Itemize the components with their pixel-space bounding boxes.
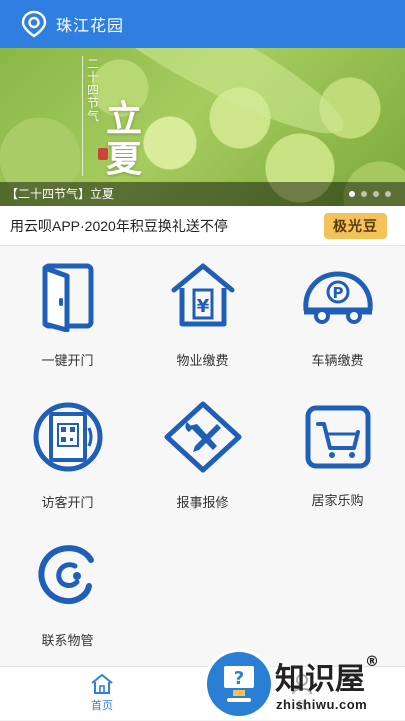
app-header: 珠江花园 [0,0,405,48]
banner-vertical-text: 二十四节气 [86,57,99,123]
aurora-bean-button[interactable]: 极光豆 [324,212,387,239]
service-visitor-open[interactable]: 访客开门 [0,386,135,526]
banner-pagination [349,191,391,197]
car-parking-icon: P [302,271,373,324]
banner-dot[interactable] [361,191,367,197]
tab-home[interactable]: 首页 [62,673,142,713]
tab-home-label: 首页 [91,700,113,712]
watermark-logo-icon: ? [207,652,271,716]
service-contact-management[interactable]: 联系物管 [0,526,135,666]
banner-dot[interactable] [385,191,391,197]
community-title[interactable]: 珠江花园 [56,12,124,36]
service-label: 居家乐购 [311,493,364,508]
service-grid: 一键开门 ¥ 物业缴费 P 车辆缴费 访客开门 报事报修 居家乐购 联系物管 [0,246,405,666]
tools-icon [164,401,241,473]
visitor-qr-door-icon [33,402,102,472]
svg-text:P: P [332,284,343,302]
contact-support-icon [37,545,94,604]
location-pin-icon[interactable] [20,10,48,38]
service-label: 联系物管 [41,633,94,648]
service-label: 车辆缴费 [311,353,364,368]
service-label: 物业缴费 [176,353,229,368]
points-notice-bar[interactable]: 用云呗APP·2020年积豆换礼送不停 极光豆 [0,206,405,246]
service-label: 报事报修 [176,495,229,510]
service-one-key-open[interactable]: 一键开门 [0,246,135,386]
svg-text:¥: ¥ [196,296,209,317]
banner-dot[interactable] [349,191,355,197]
watermark-text: 知识屋® [275,654,379,697]
banner-caption: 【二十四节气】立夏 [0,182,405,206]
service-home-shopping[interactable]: 居家乐购 [270,386,405,526]
service-property-fee[interactable]: ¥ 物业缴费 [135,246,270,386]
shopping-cart-icon [305,405,370,469]
service-repair-report[interactable]: 报事报修 [135,386,270,526]
watermark-url: zhishiwu.com [276,697,368,712]
svg-text:?: ? [234,668,244,689]
banner-vertical-line [82,56,83,176]
solar-term-banner[interactable]: 二十四节气 立 夏 【二十四节气】立夏 [0,48,405,206]
service-vehicle-fee[interactable]: P 车辆缴费 [270,246,405,386]
home-icon [91,674,113,694]
banner-big-char-1: 立 [106,98,143,140]
service-label: 一键开门 [41,353,94,368]
banner-dot[interactable] [373,191,379,197]
banner-big-char-2: 夏 [106,138,143,180]
service-label: 访客开门 [41,495,94,510]
notice-text: 用云呗APP·2020年积豆换礼送不停 [10,217,228,234]
house-yuan-icon: ¥ [171,263,234,327]
door-icon [42,263,93,332]
